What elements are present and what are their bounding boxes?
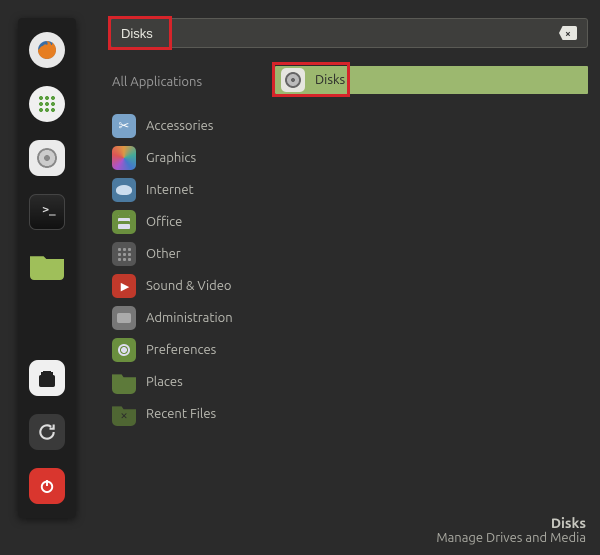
restart-icon[interactable] (29, 414, 65, 450)
files-icon[interactable] (29, 248, 65, 284)
lock-icon[interactable] (29, 360, 65, 396)
category-label: Administration (146, 311, 233, 325)
category-label: Preferences (146, 343, 216, 357)
scissors-icon (112, 114, 136, 138)
category-preferences[interactable]: Preferences (110, 334, 275, 366)
category-places[interactable]: Places (110, 366, 275, 398)
category-accessories[interactable]: Accessories (110, 110, 275, 142)
admin-icon (112, 306, 136, 330)
category-graphics[interactable]: Graphics (110, 142, 275, 174)
category-label: Graphics (146, 151, 196, 165)
category-internet[interactable]: Internet (110, 174, 275, 206)
folder-icon (112, 370, 136, 394)
app-tooltip: Disks Manage Drives and Media (436, 515, 586, 545)
disks-dock-icon[interactable] (29, 140, 65, 176)
tooltip-title: Disks (436, 515, 586, 531)
category-label: Recent Files (146, 407, 216, 421)
play-icon (112, 274, 136, 298)
recent-folder-icon (112, 402, 136, 426)
category-office[interactable]: Office (110, 206, 275, 238)
category-all-applications[interactable]: All Applications (110, 66, 275, 98)
search-field[interactable]: × (110, 18, 588, 48)
internet-icon (112, 178, 136, 202)
disks-app-icon (281, 68, 305, 92)
category-recent-files[interactable]: Recent Files (110, 398, 275, 430)
clear-search-icon[interactable]: × (559, 26, 577, 40)
tooltip-description: Manage Drives and Media (436, 531, 586, 545)
category-label: Internet (146, 183, 194, 197)
category-label: Sound & Video (146, 279, 232, 293)
category-other[interactable]: Other (110, 238, 275, 270)
category-list: All Applications Accessories Graphics In… (110, 66, 275, 430)
application-menu: × All Applications Accessories Graphics … (110, 18, 588, 430)
app-grid-icon[interactable] (29, 86, 65, 122)
category-label: Places (146, 375, 183, 389)
gear-icon (112, 338, 136, 362)
category-administration[interactable]: Administration (110, 302, 275, 334)
category-label: Accessories (146, 119, 213, 133)
category-label: All Applications (112, 75, 202, 89)
power-icon[interactable] (29, 468, 65, 504)
firefox-icon[interactable] (29, 32, 65, 68)
office-icon (112, 210, 136, 234)
result-disks[interactable]: Disks (275, 66, 588, 94)
other-icon (112, 242, 136, 266)
category-sound-video[interactable]: Sound & Video (110, 270, 275, 302)
terminal-icon[interactable] (29, 194, 65, 230)
category-label: Office (146, 215, 182, 229)
dock (18, 18, 76, 518)
search-input[interactable] (121, 26, 559, 41)
results-list: Disks (275, 66, 588, 430)
result-label: Disks (315, 73, 345, 87)
category-label: Other (146, 247, 181, 261)
graphics-icon (112, 146, 136, 170)
